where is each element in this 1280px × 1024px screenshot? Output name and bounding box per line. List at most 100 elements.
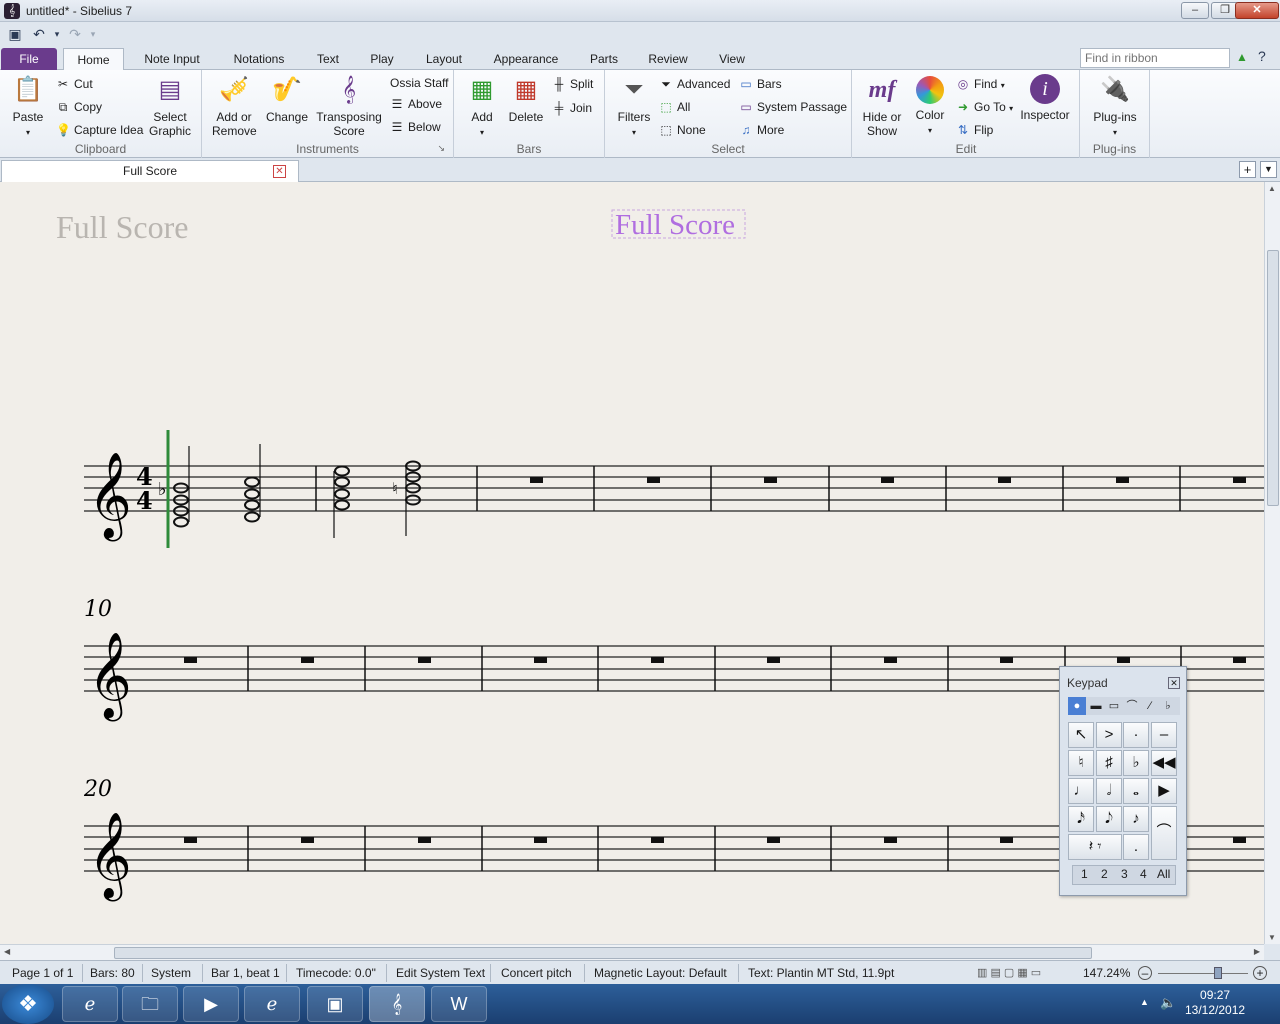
flat-key[interactable]: ♭: [1123, 750, 1149, 776]
eighth-note-key[interactable]: 𝅘𝅥𝅮: [1096, 806, 1122, 832]
keypad-layout-3[interactable]: 3: [1121, 867, 1128, 881]
find-in-ribbon-input[interactable]: [1080, 48, 1230, 68]
sibelius-taskbar-icon[interactable]: 𝄞: [369, 986, 425, 1022]
zoom-in-icon[interactable]: +: [1253, 966, 1267, 980]
advanced-filter-button[interactable]: ⏷ Advanced: [659, 76, 730, 92]
word-icon[interactable]: W: [431, 986, 487, 1022]
keypad-tab-more-notes[interactable]: ▬: [1087, 697, 1105, 715]
keypad-layout-all[interactable]: All: [1157, 867, 1170, 881]
chord-4[interactable]: [405, 460, 421, 506]
tie-key[interactable]: ⌒: [1151, 806, 1177, 860]
undo-dropdown-icon[interactable]: ▾: [48, 25, 66, 43]
zoom-slider-track[interactable]: [1158, 973, 1248, 974]
zoom-slider-thumb[interactable]: [1214, 967, 1222, 979]
scroll-up-icon[interactable]: ▲: [1268, 184, 1276, 193]
tab-file[interactable]: File: [1, 48, 57, 70]
tab-notations[interactable]: Notations: [225, 48, 293, 70]
select-bars-button[interactable]: ▭ Bars: [739, 76, 781, 92]
sixteenth-note-key[interactable]: 𝅘𝅥𝅯: [1068, 806, 1094, 832]
minimize-button[interactable]: –: [1181, 2, 1209, 19]
help-icon[interactable]: ?: [1258, 48, 1266, 64]
dialog-launcher-icon[interactable]: ↘: [437, 143, 445, 154]
close-tab-icon[interactable]: ✕: [273, 165, 286, 178]
full-score-tab[interactable]: Full Score ✕: [1, 160, 299, 182]
transposing-score-button[interactable]: 𝄞 Transposing Score: [316, 74, 382, 138]
volume-icon[interactable]: 🔈: [1160, 995, 1176, 1011]
keypad-layout-2[interactable]: 2: [1101, 867, 1108, 881]
internet-explorer-icon[interactable]: ℯ: [62, 986, 118, 1022]
vertical-scrollbar[interactable]: ▲ ▼: [1264, 182, 1280, 944]
plugins-button[interactable]: 🔌 Plug-ins ▾: [1088, 74, 1142, 140]
pointer-key[interactable]: ↖: [1068, 722, 1094, 748]
color-button[interactable]: Color ▾: [910, 74, 950, 138]
filters-button[interactable]: ⏷ Filters ▾: [613, 74, 655, 140]
vertical-scroll-thumb[interactable]: [1267, 250, 1279, 506]
tenuto-key[interactable]: –: [1151, 722, 1177, 748]
scroll-right-icon[interactable]: ▶: [1254, 947, 1260, 956]
system-1[interactable]: 𝄞 4 4 ♭ ♮: [84, 430, 1264, 548]
view-mode-icons[interactable]: ▥ ▤ ▢ ▦ ▭: [977, 966, 1041, 979]
scroll-down-icon[interactable]: ▼: [1268, 933, 1276, 942]
save-icon[interactable]: ▣: [6, 25, 24, 43]
join-bar-button[interactable]: ╪ Join: [552, 100, 592, 116]
file-explorer-icon[interactable]: 🗀: [122, 986, 178, 1022]
select-none-button[interactable]: ⬚ None: [659, 122, 705, 138]
chord-1[interactable]: [173, 482, 189, 528]
go-to-button[interactable]: ➜ Go To ▾: [956, 99, 1013, 117]
keypad-tab-beams[interactable]: ▭: [1105, 697, 1123, 715]
split-bar-button[interactable]: ╫ Split: [552, 76, 594, 92]
new-tab-icon[interactable]: +: [1239, 161, 1256, 178]
system-clock[interactable]: 09:27 13/12/2012: [1185, 988, 1245, 1018]
quarter-note-key[interactable]: ♩: [1068, 778, 1094, 804]
accent-key[interactable]: >: [1096, 722, 1122, 748]
media-player-icon[interactable]: ▶: [183, 986, 239, 1022]
tab-layout[interactable]: Layout: [420, 48, 468, 70]
redo-dropdown-icon[interactable]: ▾: [84, 25, 102, 43]
sibelius-app-icon[interactable]: 𝄞: [4, 3, 20, 19]
whole-note-key[interactable]: 𝅝: [1123, 778, 1149, 804]
capture-idea-button[interactable]: 💡 Capture Idea: [56, 122, 143, 138]
add-or-remove-button[interactable]: 🎺 Add or Remove: [212, 74, 257, 138]
tab-text[interactable]: Text: [312, 48, 344, 70]
half-note-key[interactable]: 𝅗𝅥: [1096, 778, 1122, 804]
keypad-tab-common-notes[interactable]: ●: [1068, 697, 1086, 715]
inspector-button[interactable]: i Inspector: [1016, 74, 1074, 122]
change-instrument-button[interactable]: 🎷 Change: [264, 74, 310, 124]
dot-key[interactable]: .: [1123, 834, 1149, 860]
flip-button[interactable]: ⇅ Flip: [956, 122, 993, 138]
copy-button[interactable]: ⧉ Copy: [56, 99, 102, 115]
tab-appearance[interactable]: Appearance: [488, 48, 564, 70]
rest-key[interactable]: 𝄽 𝄾: [1068, 834, 1122, 860]
add-bar-button[interactable]: ▦ Add ▾: [462, 74, 502, 140]
tab-parts[interactable]: Parts: [584, 48, 624, 70]
tab-note-input[interactable]: Note Input: [136, 48, 208, 70]
natural-key[interactable]: ♮: [1068, 750, 1094, 776]
keypad-panel[interactable]: Keypad ✕ ● ▬ ▭ ⌒ ∕ ♭ ↖ > · – ♮ ♯ ♭ ◀◀ ♩ …: [1059, 666, 1187, 896]
select-all-button[interactable]: ⬚ All: [659, 99, 690, 115]
redo-icon[interactable]: ↷: [66, 25, 84, 43]
status-magnetic-layout[interactable]: Magnetic Layout: Default: [594, 966, 727, 980]
staccato-key[interactable]: ·: [1123, 722, 1149, 748]
select-more-button[interactable]: ♫ More: [739, 122, 785, 138]
photo-viewer-icon[interactable]: ▣: [307, 986, 363, 1022]
keypad-layout-1[interactable]: 1: [1081, 867, 1088, 881]
rewind-icon[interactable]: ◀◀: [1151, 750, 1177, 776]
tab-review[interactable]: Review: [644, 48, 692, 70]
delete-bar-button[interactable]: ▦ Delete: [506, 74, 546, 124]
tab-play[interactable]: Play: [364, 48, 400, 70]
paste-button[interactable]: 📋 Paste ▾: [8, 74, 48, 140]
system-passage-button[interactable]: ▭ System Passage: [739, 99, 847, 115]
score-title[interactable]: Full Score: [615, 209, 735, 241]
tab-home[interactable]: Home: [63, 48, 124, 71]
horizontal-scrollbar[interactable]: ◀ ▶: [0, 944, 1264, 960]
undo-icon[interactable]: ↶: [30, 25, 48, 43]
close-button[interactable]: ✕: [1235, 2, 1279, 19]
sharp-key[interactable]: ♯: [1096, 750, 1122, 776]
show-hidden-icons[interactable]: ▲: [1140, 997, 1149, 1007]
keypad-close-icon[interactable]: ✕: [1168, 677, 1180, 689]
tab-view[interactable]: View: [712, 48, 752, 70]
ossia-below-button[interactable]: ☰ Below: [390, 119, 441, 135]
cut-button[interactable]: ✂ Cut: [56, 76, 93, 92]
tab-list-icon[interactable]: ▼: [1260, 161, 1277, 178]
keypad-tab-accidentals[interactable]: ♭: [1159, 697, 1177, 715]
